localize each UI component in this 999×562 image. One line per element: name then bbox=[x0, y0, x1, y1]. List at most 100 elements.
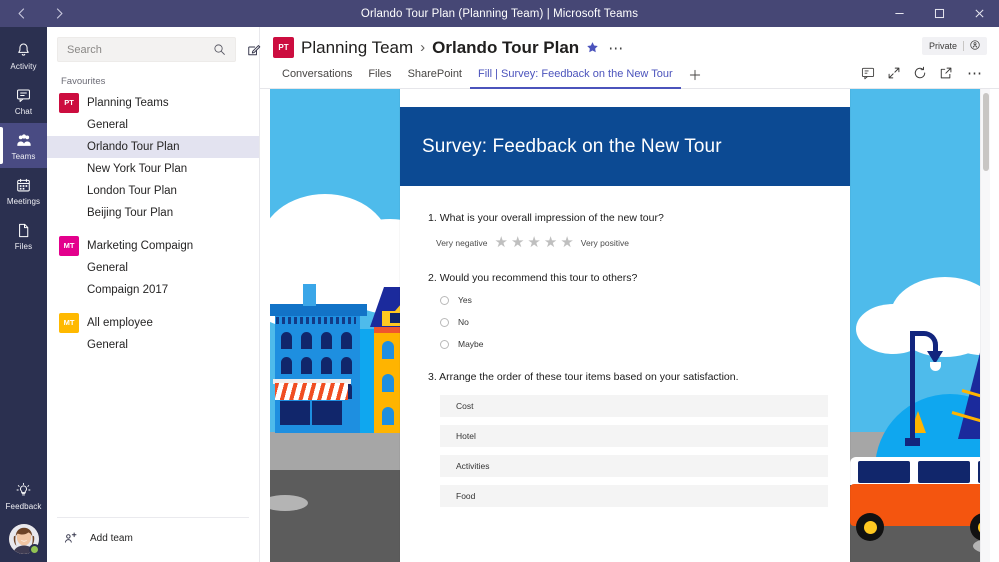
minimize-button[interactable] bbox=[879, 0, 919, 27]
team-row-planning-teams[interactable]: PT Planning Teams bbox=[47, 91, 259, 114]
channel-row-general[interactable]: General bbox=[47, 114, 259, 136]
compose-icon[interactable] bbox=[244, 40, 264, 60]
rail-item-activity[interactable]: Activity bbox=[0, 33, 47, 78]
expand-icon[interactable] bbox=[887, 66, 901, 80]
lamp-base bbox=[905, 438, 920, 446]
add-team-button[interactable]: Add team bbox=[57, 517, 249, 562]
rail-item-label: Files bbox=[14, 241, 33, 251]
rail-item-meetings[interactable]: Meetings bbox=[0, 168, 47, 213]
team-row-all-employee[interactable]: MT All employee bbox=[47, 311, 259, 334]
list-item[interactable]: Hotel bbox=[440, 425, 828, 447]
radio-button[interactable] bbox=[440, 317, 449, 327]
radio-label: Yes bbox=[458, 295, 472, 305]
window bbox=[382, 374, 394, 392]
open-in-new-window-icon[interactable] bbox=[939, 66, 953, 80]
striped-awning bbox=[275, 383, 348, 400]
calendar-icon bbox=[15, 176, 32, 196]
channel-name: General bbox=[87, 339, 128, 351]
star-icon[interactable]: ★ bbox=[560, 235, 573, 250]
radio-button[interactable] bbox=[440, 295, 449, 305]
rail-item-feedback[interactable]: Feedback bbox=[0, 473, 47, 518]
add-tab-button[interactable] bbox=[681, 67, 709, 88]
tab-files[interactable]: Files bbox=[360, 64, 399, 89]
maximize-button[interactable] bbox=[919, 0, 959, 27]
presence-indicator bbox=[28, 544, 40, 555]
channel-row-new-york-tour-plan[interactable]: New York Tour Plan bbox=[47, 158, 259, 180]
rail-item-files[interactable]: Files bbox=[0, 213, 47, 258]
back-button[interactable] bbox=[8, 3, 34, 25]
list-item[interactable]: Cost bbox=[440, 395, 828, 417]
team-row-marketing-compaign[interactable]: MT Marketing Compaign bbox=[47, 234, 259, 257]
privacy-label: Private bbox=[928, 41, 957, 51]
status-badge[interactable]: Private bbox=[921, 37, 987, 55]
list-item[interactable]: Activities bbox=[440, 455, 828, 477]
list-gap bbox=[47, 224, 259, 234]
teams-window: Orlando Tour Plan (Planning Team) | Micr… bbox=[0, 0, 999, 562]
radio-button[interactable] bbox=[440, 339, 449, 349]
star-icon[interactable]: ★ bbox=[527, 235, 540, 250]
forward-button[interactable] bbox=[46, 3, 72, 25]
list-item[interactable]: Food bbox=[440, 485, 828, 507]
list-gap bbox=[47, 301, 259, 311]
dormer-window bbox=[390, 313, 400, 323]
question-text: 3. Arrange the order of these tour items… bbox=[428, 371, 828, 383]
question-1: 1. What is your overall impression of th… bbox=[428, 212, 828, 250]
window bbox=[321, 332, 332, 349]
lamp-post bbox=[910, 334, 915, 444]
star-filled-icon[interactable] bbox=[586, 41, 599, 54]
tab-sharepoint[interactable]: SharePoint bbox=[400, 64, 470, 89]
building-blue-side bbox=[360, 329, 374, 433]
radio-option-no[interactable]: No bbox=[428, 317, 828, 327]
channel-row-marketing-general[interactable]: General bbox=[47, 257, 259, 279]
star-icon[interactable]: ★ bbox=[495, 235, 508, 250]
survey-title: Survey: Feedback on the New Tour bbox=[422, 135, 722, 157]
team-avatar: PT bbox=[273, 37, 294, 58]
search-icon[interactable] bbox=[209, 40, 229, 60]
refresh-icon[interactable] bbox=[913, 66, 927, 80]
add-team-icon bbox=[61, 528, 81, 548]
app-body: Activity Chat Teams Meetings Files Feedb… bbox=[0, 27, 999, 562]
rail-item-teams[interactable]: Teams bbox=[0, 123, 47, 168]
ranking-list: Cost Hotel Activities Food bbox=[428, 395, 828, 507]
breadcrumb-team-name[interactable]: Planning Team bbox=[301, 38, 413, 58]
favourites-label: Favourites bbox=[61, 76, 106, 87]
more-options-icon[interactable]: ⋯ bbox=[606, 39, 626, 57]
tab-conversations[interactable]: Conversations bbox=[274, 64, 360, 89]
add-team-label: Add team bbox=[90, 532, 133, 544]
channel-name: General bbox=[87, 262, 128, 274]
tab-conversation-icon[interactable] bbox=[861, 66, 875, 80]
survey-body: 1. What is your overall impression of th… bbox=[400, 186, 850, 539]
channel-row-compaign-2017[interactable]: Compaign 2017 bbox=[47, 279, 259, 301]
channel-row-beijing-tour-plan[interactable]: Beijing Tour Plan bbox=[47, 202, 259, 224]
search-input[interactable] bbox=[67, 43, 209, 56]
team-list: PT Planning Teams General Orlando Tour P… bbox=[47, 91, 259, 517]
channel-row-all-employee-general[interactable]: General bbox=[47, 334, 259, 356]
app-rail: Activity Chat Teams Meetings Files Feedb… bbox=[0, 27, 47, 562]
close-button[interactable] bbox=[959, 0, 999, 27]
question-text: 1. What is your overall impression of th… bbox=[428, 212, 828, 224]
window bbox=[281, 357, 292, 374]
team-avatar: MT bbox=[59, 312, 79, 333]
tab-survey-fill[interactable]: Fill | Survey: Feedback on the New Tour bbox=[470, 64, 681, 89]
radio-option-maybe[interactable]: Maybe bbox=[428, 339, 828, 349]
window-controls bbox=[879, 0, 999, 27]
star-icon[interactable]: ★ bbox=[511, 235, 524, 250]
person-lock-icon bbox=[970, 40, 980, 52]
team-avatar: MT bbox=[59, 235, 79, 256]
rail-item-chat[interactable]: Chat bbox=[0, 78, 47, 123]
avatar[interactable] bbox=[8, 524, 40, 555]
radio-option-yes[interactable]: Yes bbox=[428, 295, 828, 305]
more-options-icon[interactable]: ⋯ bbox=[965, 64, 985, 82]
search-box[interactable] bbox=[57, 37, 236, 62]
team-name: All employee bbox=[87, 316, 153, 329]
star-rating-group[interactable]: ★ ★ ★ ★ ★ bbox=[495, 235, 574, 250]
channel-row-orlando-tour-plan[interactable]: Orlando Tour Plan bbox=[47, 136, 259, 158]
star-icon[interactable]: ★ bbox=[544, 235, 557, 250]
stage-scrollbar[interactable] bbox=[980, 89, 990, 562]
channel-row-london-tour-plan[interactable]: London Tour Plan bbox=[47, 180, 259, 202]
channel-name: Beijing Tour Plan bbox=[87, 207, 174, 219]
radio-label: Maybe bbox=[458, 339, 484, 349]
chimney bbox=[303, 284, 316, 306]
scrollbar-thumb[interactable] bbox=[983, 93, 989, 171]
channel-name: London Tour Plan bbox=[87, 185, 177, 197]
